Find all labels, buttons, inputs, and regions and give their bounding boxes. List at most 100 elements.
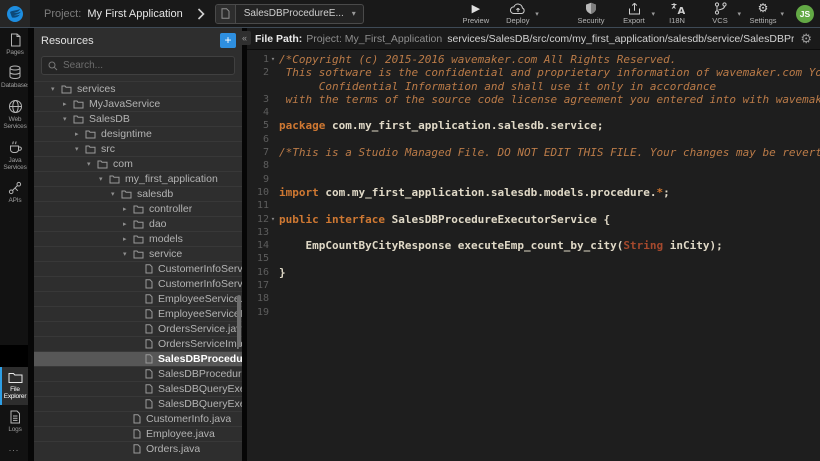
sidebar-item-databases[interactable]: Databases <box>0 60 28 93</box>
tree-item-designtime[interactable]: ▸designtime <box>34 126 242 141</box>
tree-item-salesdb[interactable]: ▾SalesDB <box>34 111 242 126</box>
sidebar-label: Pages <box>1 49 29 56</box>
tree-item-employeeservice-java[interactable]: EmployeeService.java <box>34 291 242 306</box>
tree-item-com[interactable]: ▾com <box>34 156 242 171</box>
sidebar-item-web-services[interactable]: Web Services <box>0 94 28 135</box>
tree-item-salesdbprocedureexecutorservice-java[interactable]: SalesDBProcedureExecutorService.java <box>34 351 242 366</box>
tree-item-employee-java[interactable]: Employee.java <box>34 426 242 441</box>
tree-scrollbar[interactable] <box>237 295 241 347</box>
chevron-down-icon[interactable]: ▾ <box>63 115 73 123</box>
gear-icon: ⚙ <box>758 2 769 15</box>
tree-item-salesdbqueryexecutorserviceimpl-java[interactable]: SalesDBQueryExecutorServiceImpl.java <box>34 396 242 411</box>
tree-item-salesdbprocedureexecutorserviceimpl-java[interactable]: SalesDBProcedureExecutorServiceImpl.java <box>34 366 242 381</box>
sidebar-item-logs[interactable]: Logs <box>0 405 28 437</box>
chevron-down-icon[interactable]: ▾ <box>99 175 109 183</box>
tree-item-ordersservice-java[interactable]: OrdersService.java <box>34 321 242 336</box>
preview-button[interactable]: ▶ Preview <box>459 2 493 25</box>
tree-item-dao[interactable]: ▸dao <box>34 216 242 231</box>
code-line[interactable]: 7/*This is a Studio Managed File. DO NOT… <box>247 146 820 159</box>
code-line[interactable]: 14 EmpCountByCityResponse executeEmp_cou… <box>247 239 820 252</box>
tree-item-customerinfo-java[interactable]: CustomerInfo.java <box>34 411 242 426</box>
file-icon <box>216 4 236 24</box>
export-label: Export <box>623 16 645 25</box>
gear-icon[interactable]: ⚙ <box>800 31 812 47</box>
chevron-right-icon[interactable]: ▸ <box>123 235 133 243</box>
chevron-right-icon[interactable]: ▸ <box>63 100 73 108</box>
play-icon: ▶ <box>472 4 480 15</box>
chevron-down-icon[interactable]: ▾ <box>75 145 85 153</box>
code-line[interactable]: 19 <box>247 306 820 319</box>
tree-item-services[interactable]: ▾services <box>34 81 242 96</box>
chevron-down-icon: ▾ <box>352 9 363 18</box>
code-line[interactable]: 6 <box>247 133 820 146</box>
code-line[interactable]: 2 This software is the confidential and … <box>247 66 820 79</box>
tree-item-salesdb[interactable]: ▾salesdb <box>34 186 242 201</box>
tree-item-salesdbqueryexecutorservice-java[interactable]: SalesDBQueryExecutorService.java <box>34 381 242 396</box>
tree-item-my-first-application[interactable]: ▾my_first_application <box>34 171 242 186</box>
sidebar-more-button[interactable]: ... <box>0 437 28 461</box>
search-input[interactable] <box>63 60 228 71</box>
tree-item-myjavaservice[interactable]: ▸MyJavaService <box>34 96 242 111</box>
code-line[interactable]: 9 <box>247 173 820 186</box>
code-text: import com.my_first_application.salesdb.… <box>277 186 670 199</box>
sidebar-item-pages[interactable]: Pages <box>0 28 28 60</box>
settings-button[interactable]: ⚙ Settings ▾ <box>746 2 780 25</box>
tree-item-employeeserviceimpl-java[interactable]: EmployeeServiceImpl.java <box>34 306 242 321</box>
i18n-button[interactable]: A I18N <box>660 2 694 25</box>
chevron-down-icon[interactable]: ▾ <box>51 85 61 93</box>
code-line[interactable]: 17 <box>247 279 820 292</box>
file-path-bar: File Path: Project: My_First_Application… <box>247 28 820 50</box>
code-line[interactable]: 1▾/*Copyright (c) 2015-2016 wavemaker.co… <box>247 53 820 66</box>
code-line[interactable]: 4 <box>247 106 820 119</box>
code-line[interactable]: 3 with the terms of the source code lice… <box>247 93 820 106</box>
security-button[interactable]: Security <box>574 2 608 25</box>
tree-item-controller[interactable]: ▸controller <box>34 201 242 216</box>
code-line[interactable]: 13 <box>247 226 820 239</box>
code-line[interactable]: Confidential Information and shall use i… <box>247 80 820 93</box>
search-box[interactable] <box>41 56 235 75</box>
file-path-project: Project: My_First_Application <box>306 33 442 45</box>
chevron-down-icon[interactable]: ▾ <box>123 250 133 258</box>
open-file-dropdown[interactable]: SalesDBProcedureE... ▾ <box>215 4 364 24</box>
chevron-down-icon[interactable]: ▾ <box>87 160 97 168</box>
user-avatar[interactable]: JS <box>796 5 814 23</box>
add-resource-button[interactable]: + <box>220 33 236 48</box>
tree-item-service[interactable]: ▾service <box>34 246 242 261</box>
fold-icon[interactable]: ▾ <box>269 53 277 66</box>
wavemaker-logo[interactable] <box>0 0 30 27</box>
code-line[interactable]: 11 <box>247 199 820 212</box>
code-lines[interactable]: 1▾/*Copyright (c) 2015-2016 wavemaker.co… <box>247 50 820 461</box>
vcs-button[interactable]: VCS ▾ <box>703 2 737 25</box>
code-line[interactable]: 18 <box>247 292 820 305</box>
code-text: This software is the confidential and pr… <box>277 66 820 79</box>
deploy-button[interactable]: Deploy ▾ <box>501 2 535 25</box>
code-line[interactable]: 15 <box>247 252 820 265</box>
fold-slot <box>269 106 277 119</box>
sidebar-item-file-explorer[interactable]: File Explorer <box>0 367 28 405</box>
file-icon <box>133 429 141 439</box>
tree-item-src[interactable]: ▾src <box>34 141 242 156</box>
code-line[interactable]: 5package com.my_first_application.salesd… <box>247 119 820 132</box>
tree-item-ordersserviceimpl-java[interactable]: OrdersServiceImpl.java <box>34 336 242 351</box>
code-line[interactable]: 16} <box>247 266 820 279</box>
tree-item-models[interactable]: ▸models <box>34 231 242 246</box>
chevron-right-icon[interactable]: ▸ <box>123 205 133 213</box>
chevron-down-icon[interactable]: ▾ <box>111 190 121 198</box>
sidebar-item-java-services[interactable]: Java Services <box>0 135 28 176</box>
chevron-down-icon: ▾ <box>780 10 784 18</box>
code-line[interactable]: 12▾public interface SalesDBProcedureExec… <box>247 213 820 226</box>
fold-slot <box>269 292 277 305</box>
chevron-right-icon[interactable]: ▸ <box>123 220 133 228</box>
tree-item-customerinfoservice-java[interactable]: CustomerInfoService.java <box>34 261 242 276</box>
file-icon <box>145 324 153 334</box>
chevron-right-icon[interactable]: ▸ <box>75 130 85 138</box>
export-button[interactable]: Export ▾ <box>617 2 651 25</box>
sidebar-item-apis[interactable]: APIs <box>0 176 28 208</box>
tree-item-orders-java[interactable]: Orders.java <box>34 441 242 456</box>
code-line[interactable]: 10import com.my_first_application.salesd… <box>247 186 820 199</box>
code-line[interactable]: 8 <box>247 159 820 172</box>
project-name: My First Application <box>87 8 182 20</box>
tree-item-customerinfoserviceimpl-java[interactable]: CustomerInfoServiceImpl.java <box>34 276 242 291</box>
fold-icon[interactable]: ▾ <box>269 213 277 226</box>
collapse-panel-button[interactable]: « <box>238 31 251 45</box>
